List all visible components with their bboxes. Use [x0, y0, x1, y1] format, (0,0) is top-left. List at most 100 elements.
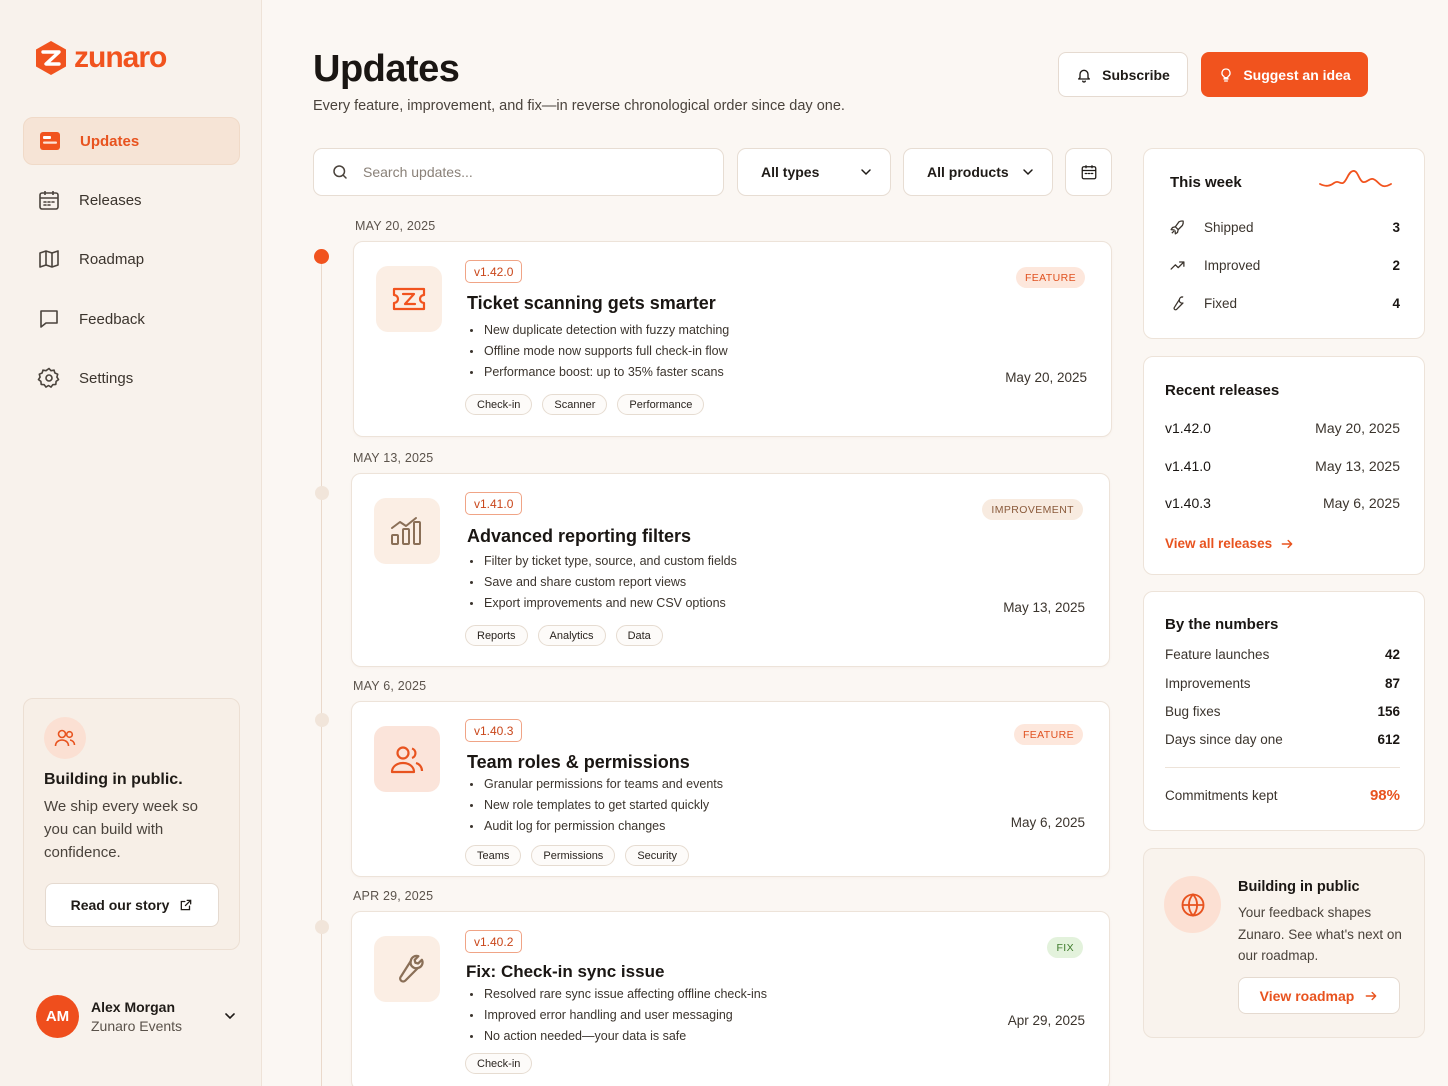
search-box: [313, 148, 724, 196]
view-roadmap-button[interactable]: View roadmap: [1238, 977, 1400, 1014]
number-label: Bug fixes: [1165, 704, 1221, 719]
bar-chart-icon: [374, 498, 440, 564]
people-icon: [44, 717, 86, 759]
sidebar-item-releases[interactable]: Releases: [23, 176, 240, 224]
update-bullets: Resolved rare sync issue affecting offli…: [470, 984, 767, 1047]
tag[interactable]: Security: [625, 845, 690, 866]
date-filter-button[interactable]: [1065, 148, 1112, 196]
bullet-item: Resolved rare sync issue affecting offli…: [470, 984, 767, 1005]
arrow-right-icon: [1365, 991, 1377, 1000]
subscribe-button[interactable]: Subscribe: [1058, 52, 1188, 97]
chevron-down-icon: [861, 169, 871, 176]
recent-releases-panel: Recent releases v1.42.0 May 20, 2025 v1.…: [1143, 356, 1425, 575]
tag[interactable]: Data: [615, 625, 663, 646]
promo-title: Building in public.: [44, 771, 183, 788]
tag[interactable]: Permissions: [531, 845, 616, 866]
number-value: 87: [1384, 676, 1400, 691]
page-subtitle: Every feature, improvement, and fix—in r…: [313, 98, 845, 114]
sidebar-item-label: Updates: [80, 132, 140, 150]
type-badge: FEATURE: [1015, 267, 1085, 288]
number-row: Days since day one 612: [1165, 732, 1400, 747]
update-card[interactable]: v1.42.0 FEATURE Ticket scanning gets sma…: [353, 241, 1112, 437]
tag[interactable]: Analytics: [537, 625, 606, 646]
sidebar-item-settings[interactable]: Settings: [23, 354, 240, 402]
updates-icon: [40, 132, 60, 150]
update-date: Apr 29, 2025: [1007, 1013, 1085, 1028]
tag-list: Check-in: [465, 1053, 533, 1074]
tag[interactable]: Check-in: [465, 394, 533, 415]
release-version: v1.41.0: [1165, 458, 1211, 474]
stat-label: Shipped: [1204, 220, 1254, 235]
roadmap-promo-panel: Building in public Your feedback shapes …: [1143, 848, 1425, 1038]
bullet-item: No action needed—your data is safe: [470, 1026, 767, 1047]
update-card[interactable]: v1.40.3 FEATURE Team roles & permissions…: [351, 701, 1110, 877]
logo[interactable]: zunaro: [34, 40, 167, 76]
date-group-label: MAY 13, 2025: [353, 451, 434, 465]
sidebar-item-updates[interactable]: Updates: [23, 117, 240, 165]
update-bullets: Granular permissions for teams and event…: [470, 774, 723, 837]
type-badge: FIX: [1047, 937, 1083, 958]
sidebar-item-label: Settings: [79, 369, 134, 387]
bullet-item: Granular permissions for teams and event…: [470, 774, 723, 795]
bullet-item: Improved error handling and user messagi…: [470, 1005, 767, 1026]
sidebar-item-feedback[interactable]: Feedback: [23, 295, 240, 343]
search-input[interactable]: [363, 164, 693, 180]
release-row[interactable]: v1.41.0 May 13, 2025: [1165, 458, 1400, 474]
suggest-idea-label: Suggest an idea: [1243, 66, 1351, 83]
bullet-item: Export improvements and new CSV options: [470, 593, 737, 614]
promo-card: Building in public. We ship every week s…: [23, 698, 240, 950]
tag[interactable]: Teams: [465, 845, 522, 866]
sidebar-item-roadmap[interactable]: Roadmap: [23, 235, 240, 283]
update-card[interactable]: v1.40.2 FIX Fix: Check-in sync issue Res…: [351, 911, 1110, 1086]
tag[interactable]: Reports: [465, 625, 528, 646]
update-date: May 20, 2025: [1005, 370, 1087, 385]
read-story-label: Read our story: [70, 897, 170, 913]
view-all-releases-label: View all releases: [1165, 536, 1273, 551]
stat-row: Shipped 3: [1169, 219, 1400, 236]
type-select[interactable]: All types: [737, 148, 891, 196]
update-card[interactable]: v1.41.0 IMPROVEMENT Advanced reporting f…: [351, 473, 1110, 667]
version-badge: v1.41.0: [465, 492, 523, 515]
release-row[interactable]: v1.42.0 May 20, 2025: [1165, 420, 1400, 436]
tag[interactable]: Performance: [617, 394, 705, 415]
view-roadmap-label: View roadmap: [1259, 987, 1355, 1004]
view-all-releases-link[interactable]: View all releases: [1165, 536, 1294, 551]
gear-icon: [37, 367, 60, 388]
suggest-idea-button[interactable]: Suggest an idea: [1201, 52, 1368, 97]
page-title: Updates: [313, 48, 460, 90]
zunaro-logo-icon: [36, 41, 66, 75]
timeline-dot: [315, 920, 329, 934]
timeline-line: [321, 260, 322, 1086]
roadmap-promo-title: Building in public: [1238, 879, 1360, 895]
chevron-down-icon: [225, 1013, 235, 1020]
release-row[interactable]: v1.40.3 May 6, 2025: [1165, 495, 1400, 511]
user-menu[interactable]: AM Alex Morgan Zunaro Events: [36, 994, 236, 1038]
product-select[interactable]: All products: [903, 148, 1053, 196]
this-week-panel: This week Shipped 3 Improved 2 Fixed 4: [1143, 148, 1425, 339]
map-icon: [39, 250, 59, 268]
tag-list: Teams Permissions Security: [465, 845, 690, 866]
update-title: Fix: Check-in sync issue: [466, 962, 665, 981]
subscribe-label: Subscribe: [1102, 66, 1170, 83]
logo-text: zunaro: [74, 41, 167, 74]
tag[interactable]: Check-in: [465, 1053, 533, 1074]
read-story-button[interactable]: Read our story: [45, 883, 219, 927]
sidebar-item-label: Releases: [79, 191, 142, 209]
user-org: Zunaro Events: [91, 1017, 183, 1034]
release-version: v1.42.0: [1165, 420, 1211, 436]
product-select-value: All products: [927, 164, 1009, 180]
stat-value: 2: [1392, 258, 1400, 273]
tag[interactable]: Scanner: [542, 394, 608, 415]
number-value: 612: [1377, 732, 1400, 747]
release-date: May 20, 2025: [1315, 420, 1400, 436]
bullet-item: Performance boost: up to 35% faster scan…: [470, 362, 729, 383]
date-group-label: APR 29, 2025: [353, 889, 434, 903]
release-date: May 13, 2025: [1315, 458, 1400, 474]
external-link-icon: [181, 899, 192, 911]
bullet-item: Save and share custom report views: [470, 572, 737, 593]
stat-label: Fixed: [1204, 296, 1238, 311]
bullet-item: New role templates to get started quickl…: [470, 795, 723, 816]
bullet-item: Audit log for permission changes: [470, 816, 723, 837]
timeline-dot: [315, 713, 329, 727]
release-date: May 6, 2025: [1322, 495, 1400, 511]
